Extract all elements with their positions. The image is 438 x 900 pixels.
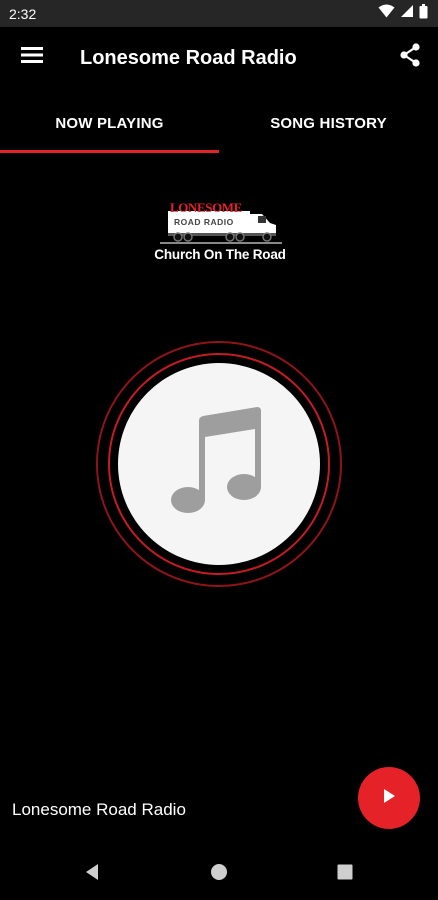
logo-tagline: Church On The Road bbox=[154, 247, 286, 262]
play-icon bbox=[381, 788, 397, 809]
system-nav-bar bbox=[0, 848, 438, 900]
menu-button[interactable] bbox=[10, 35, 54, 79]
logo-wordmark-top: LONESOME bbox=[170, 200, 242, 215]
music-note-icon bbox=[171, 406, 267, 522]
status-icons bbox=[378, 3, 428, 24]
recents-icon bbox=[337, 864, 353, 885]
wifi-icon bbox=[378, 4, 395, 23]
back-button[interactable] bbox=[76, 858, 108, 890]
album-art-disc bbox=[118, 363, 320, 565]
recents-button[interactable] bbox=[329, 858, 361, 890]
battery-icon bbox=[419, 3, 428, 24]
tab-bar: NOW PLAYING SONG HISTORY bbox=[0, 92, 438, 154]
logo-wordmark-bottom: ROAD RADIO bbox=[174, 217, 234, 227]
status-bar: 2:32 bbox=[0, 0, 438, 27]
screen: 2:32 Lonesome Road Radio NOW PLAYING SON… bbox=[0, 0, 438, 900]
share-icon bbox=[399, 42, 421, 72]
play-button[interactable] bbox=[358, 767, 420, 829]
back-icon bbox=[84, 863, 100, 886]
share-button[interactable] bbox=[388, 35, 432, 79]
menu-icon bbox=[21, 46, 43, 69]
tab-song-history[interactable]: SONG HISTORY bbox=[219, 92, 438, 154]
status-time: 2:32 bbox=[9, 5, 37, 22]
app-title: Lonesome Road Radio bbox=[80, 47, 297, 69]
tab-label: NOW PLAYING bbox=[55, 114, 164, 132]
station-logo: LONESOME ROAD RADIO Church On The Road bbox=[150, 197, 290, 269]
tab-indicator bbox=[0, 150, 219, 153]
album-art bbox=[96, 341, 342, 587]
signal-icon bbox=[400, 4, 414, 23]
tab-now-playing[interactable]: NOW PLAYING bbox=[0, 92, 219, 154]
app-bar: Lonesome Road Radio bbox=[0, 27, 438, 92]
home-button[interactable] bbox=[203, 858, 235, 890]
station-name: Lonesome Road Radio bbox=[12, 800, 186, 819]
home-icon bbox=[210, 863, 228, 886]
tab-label: SONG HISTORY bbox=[270, 114, 387, 132]
